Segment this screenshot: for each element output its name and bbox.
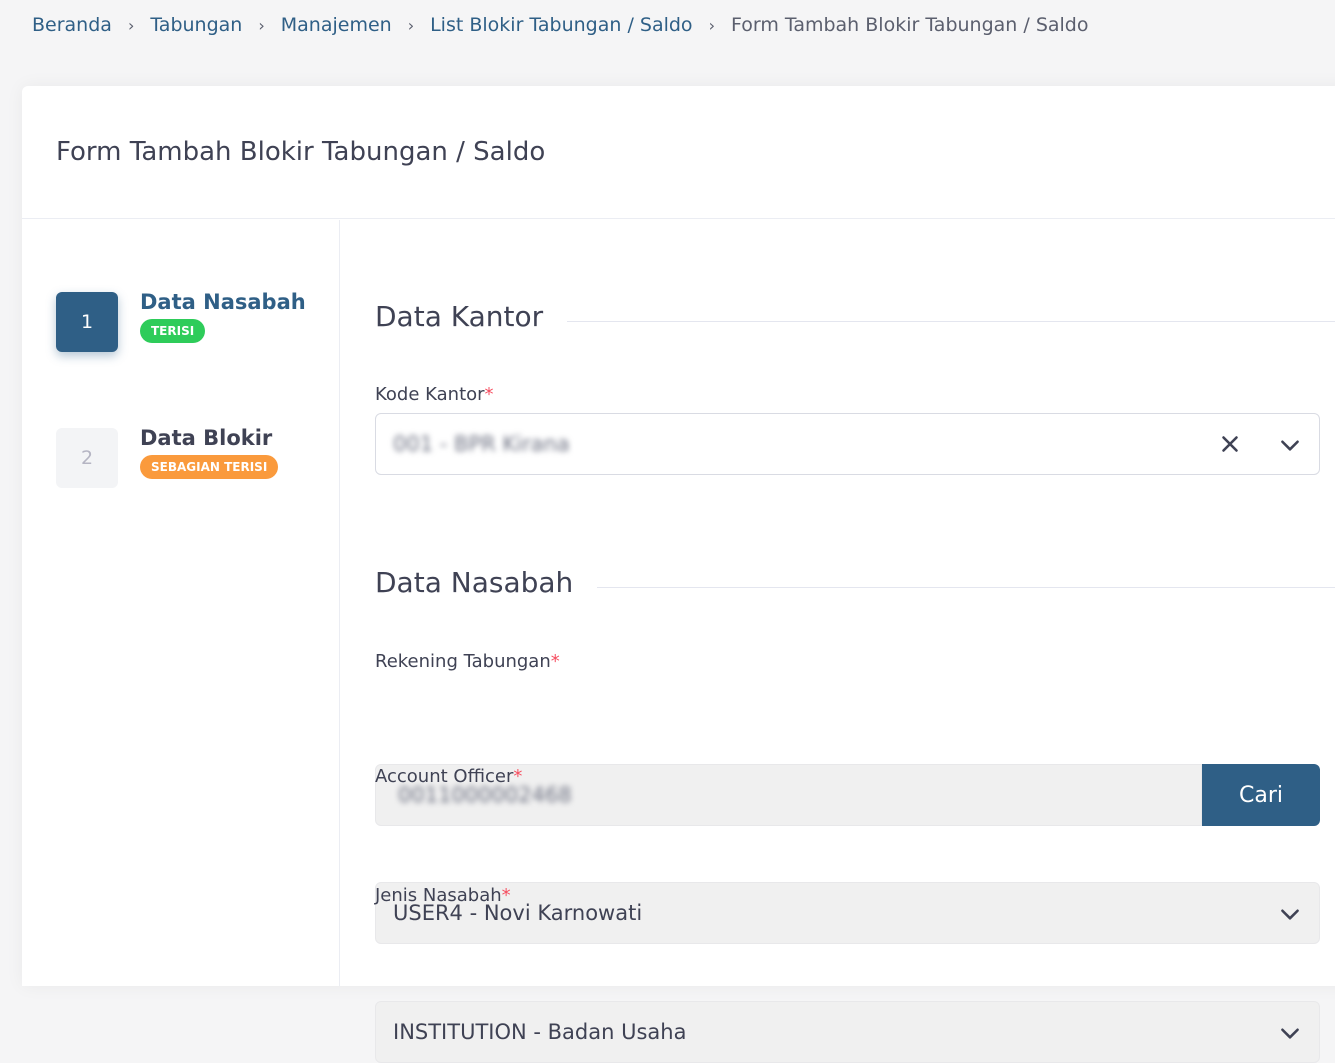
kode-kantor-value: 001 - BPR Kirana bbox=[393, 432, 570, 456]
kode-kantor-select[interactable]: 001 - BPR Kirana bbox=[375, 413, 1320, 475]
page-title: Form Tambah Blokir Tabungan / Saldo bbox=[56, 137, 546, 167]
step-number: 1 bbox=[56, 292, 118, 352]
divider bbox=[597, 587, 1335, 588]
breadcrumb-manajemen[interactable]: Manajemen bbox=[281, 14, 392, 36]
breadcrumb-current: Form Tambah Blokir Tabungan / Saldo bbox=[730, 14, 1089, 36]
status-badge: SEBAGIAN TERISI bbox=[140, 455, 279, 479]
chevron-down-icon[interactable] bbox=[1277, 901, 1303, 927]
required-marker: * bbox=[501, 885, 511, 906]
chevron-down-icon[interactable] bbox=[1277, 1020, 1303, 1046]
chevron-right-icon: › bbox=[127, 15, 135, 35]
cari-button[interactable]: Cari bbox=[1202, 764, 1320, 826]
jenis-nasabah-select[interactable]: INSTITUTION - Badan Usaha bbox=[375, 1001, 1320, 1063]
jenis-nasabah-value: INSTITUTION - Badan Usaha bbox=[393, 1020, 687, 1044]
required-marker: * bbox=[550, 651, 560, 672]
account-officer-select[interactable]: USER4 - Novi Karnowati bbox=[375, 882, 1320, 944]
jenis-nasabah-label: Jenis Nasabah* bbox=[375, 885, 511, 906]
step-data-blokir[interactable]: 2 Data Blokir SEBAGIAN TERISI bbox=[56, 426, 279, 488]
breadcrumb-list-blokir[interactable]: List Blokir Tabungan / Saldo bbox=[430, 14, 692, 36]
required-marker: * bbox=[484, 384, 494, 405]
step-title: Data Nasabah bbox=[140, 290, 306, 314]
chevron-right-icon: › bbox=[258, 15, 265, 35]
section-title: Data Nasabah bbox=[375, 566, 574, 599]
divider bbox=[567, 321, 1335, 322]
card-header: Form Tambah Blokir Tabungan / Saldo bbox=[22, 86, 1335, 219]
wizard-stepper: 1 Data Nasabah TERISI 2 Data Blokir SEBA… bbox=[22, 220, 340, 986]
status-badge: TERISI bbox=[140, 319, 206, 343]
chevron-right-icon: › bbox=[708, 15, 715, 35]
breadcrumb-tabungan[interactable]: Tabungan bbox=[150, 14, 242, 36]
breadcrumb-beranda[interactable]: Beranda bbox=[32, 14, 112, 36]
section-heading-nasabah: Data Nasabah bbox=[375, 566, 1335, 599]
section-heading-kantor: Data Kantor bbox=[375, 300, 1335, 333]
account-officer-label: Account Officer* bbox=[375, 766, 523, 787]
form-card: Form Tambah Blokir Tabungan / Saldo 1 Da… bbox=[22, 86, 1335, 1063]
chevron-down-icon[interactable] bbox=[1277, 432, 1303, 458]
kode-kantor-label: Kode Kantor* bbox=[375, 384, 494, 405]
step-number: 2 bbox=[56, 428, 118, 488]
step-title: Data Blokir bbox=[140, 426, 273, 450]
clear-icon[interactable] bbox=[1217, 431, 1243, 457]
step-data-nasabah[interactable]: 1 Data Nasabah TERISI bbox=[56, 290, 306, 352]
section-title: Data Kantor bbox=[375, 300, 544, 333]
breadcrumb: Beranda › Tabungan › Manajemen › List Bl… bbox=[32, 14, 1088, 36]
required-marker: * bbox=[513, 766, 523, 787]
chevron-right-icon: › bbox=[407, 15, 415, 35]
rekening-tabungan-label: Rekening Tabungan* bbox=[375, 651, 560, 672]
